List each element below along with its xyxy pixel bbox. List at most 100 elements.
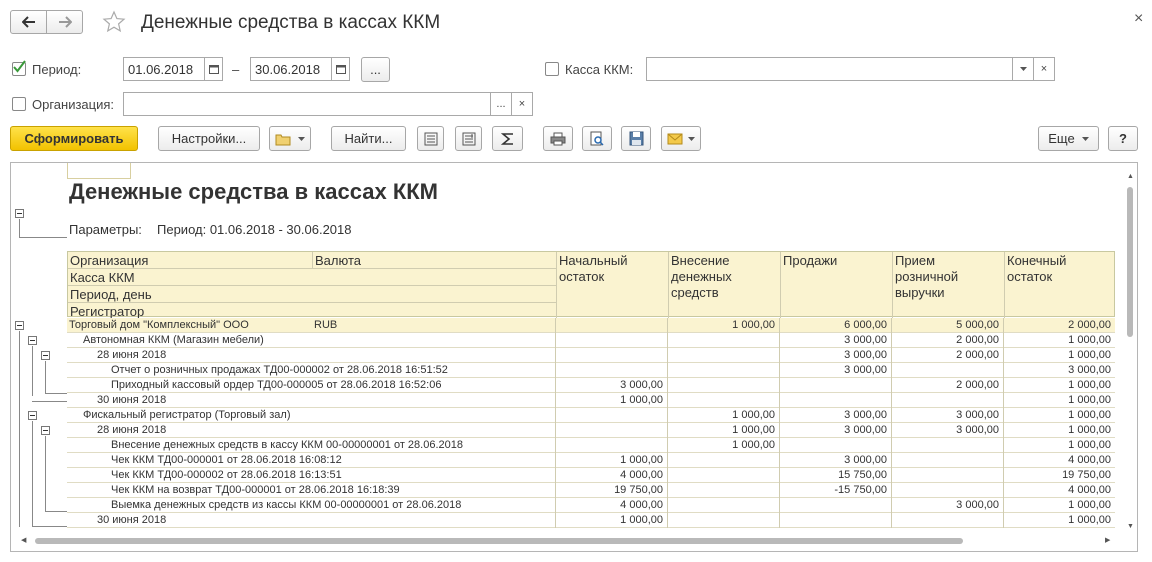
send-mail-button[interactable] xyxy=(661,126,701,151)
window-title: Денежные средства в кассах ККМ xyxy=(141,12,441,33)
print-button[interactable] xyxy=(543,126,573,151)
tree-line xyxy=(45,436,46,511)
expand-groups-button[interactable] xyxy=(455,126,482,151)
find-button[interactable]: Найти... xyxy=(331,126,406,151)
table-row[interactable]: 30 июня 2018 1 000,00 1 000,00 xyxy=(67,393,1115,408)
period-choose-button[interactable]: ... xyxy=(361,57,390,82)
forward-button[interactable] xyxy=(46,10,83,34)
collapse-row-icon[interactable] xyxy=(15,321,24,330)
grid-line xyxy=(667,318,668,333)
help-button[interactable]: ? xyxy=(1108,126,1138,151)
grid-line xyxy=(667,378,668,393)
table-row[interactable]: Чек ККМ ТД00-000001 от 28.06.2018 16:08:… xyxy=(67,453,1115,468)
grid-line xyxy=(68,285,556,286)
cell-end: 4 000,00 xyxy=(1068,454,1111,466)
printer-icon xyxy=(550,132,566,145)
kassa-clear-button[interactable]: × xyxy=(1033,57,1055,81)
grid-line xyxy=(891,453,892,468)
grid-line xyxy=(779,483,780,498)
scroll-right-arrow[interactable]: ▶ xyxy=(1105,536,1110,544)
horizontal-scroll-thumb[interactable] xyxy=(35,538,963,544)
period-to-input[interactable]: 30.06.2018 xyxy=(250,57,332,81)
grid-line xyxy=(68,268,556,269)
header-deposit: Внесение денежных средств xyxy=(671,253,732,300)
back-button[interactable] xyxy=(10,10,47,34)
org-checkbox[interactable] xyxy=(12,97,26,111)
table-row[interactable]: Отчет о розничных продажах ТД00-000002 о… xyxy=(67,363,1115,378)
favorite-star-icon[interactable] xyxy=(102,10,126,34)
cell-start: 19 750,00 xyxy=(614,484,663,496)
collapse-row-icon[interactable] xyxy=(28,411,37,420)
cell-receipt: 2 000,00 xyxy=(956,349,999,361)
grid-line xyxy=(667,498,668,513)
row-label: Чек ККМ ТД00-000001 от 28.06.2018 16:08:… xyxy=(111,454,342,466)
grid-line xyxy=(1003,378,1004,393)
save-button[interactable] xyxy=(621,126,651,151)
tree-line xyxy=(32,421,33,526)
period-from-input[interactable]: 01.06.2018 xyxy=(123,57,205,81)
period-checkbox[interactable] xyxy=(12,60,26,76)
scroll-up-arrow[interactable]: ▲ xyxy=(1127,173,1134,180)
table-row[interactable]: 28 июня 2018 1 000,00 3 000,00 3 000,00 1 00… xyxy=(67,423,1115,438)
close-icon[interactable]: × xyxy=(1134,10,1143,28)
org-clear-button[interactable]: × xyxy=(511,92,533,116)
grid-line xyxy=(779,348,780,363)
chevron-down-icon xyxy=(298,136,305,141)
grid-line xyxy=(667,483,668,498)
grid-line xyxy=(555,438,556,453)
grid-line xyxy=(667,348,668,363)
grid-line xyxy=(555,333,556,348)
table-row[interactable]: Чек ККМ ТД00-000002 от 28.06.2018 16:13:… xyxy=(67,468,1115,483)
table-row[interactable]: Приходный кассовый ордер ТД00-000005 от … xyxy=(67,378,1115,393)
more-button[interactable]: Еще xyxy=(1038,126,1099,151)
org-choose-button[interactable]: ... xyxy=(490,92,512,116)
grid-line xyxy=(555,468,556,483)
table-row[interactable]: Автономная ККМ (Магазин мебели) 3 000,00 2… xyxy=(67,333,1115,348)
collapse-row-icon[interactable] xyxy=(41,426,50,435)
report-params-label: Параметры: xyxy=(69,222,142,237)
table-row[interactable]: 30 июня 2018 1 000,00 1 000,00 xyxy=(67,513,1115,528)
table-row[interactable]: Фискальный регистратор (Торговый зал) 1 0… xyxy=(67,408,1115,423)
grid-line xyxy=(667,453,668,468)
settings-button[interactable]: Настройки... xyxy=(158,126,260,151)
table-row[interactable]: Чек ККМ на возврат ТД00-000001 от 28.06.… xyxy=(67,483,1115,498)
report-title: Денежные средства в кассах ККМ xyxy=(69,179,438,204)
kassa-dropdown-button[interactable] xyxy=(1012,57,1034,81)
vertical-scrollbar[interactable]: ▲ ▼ xyxy=(1125,173,1135,533)
kassa-input[interactable] xyxy=(646,57,1013,81)
grid-line xyxy=(667,423,668,438)
scroll-left-arrow[interactable]: ◀ xyxy=(21,536,26,544)
grid-line xyxy=(1003,363,1004,378)
collapse-report-header-icon[interactable] xyxy=(15,209,24,218)
kassa-checkbox[interactable] xyxy=(545,62,559,76)
collapse-groups-button[interactable] xyxy=(417,126,444,151)
grid-line xyxy=(555,318,556,333)
table-row[interactable]: Выемка денежных средств из кассы ККМ 00-… xyxy=(67,498,1115,513)
collapse-row-icon[interactable] xyxy=(28,336,37,345)
grid-line xyxy=(779,423,780,438)
tree-line xyxy=(32,346,33,396)
grid-line xyxy=(891,483,892,498)
cell-deposit: 1 000,00 xyxy=(732,439,775,451)
report-spreadsheet[interactable]: Денежные средства в кассах ККМ Параметры… xyxy=(10,162,1138,552)
variants-button[interactable] xyxy=(269,126,311,151)
chevron-down-icon xyxy=(688,136,695,141)
table-row[interactable]: Торговый дом "Комплексный" ООО RUB 1 000,0… xyxy=(67,318,1115,333)
scroll-down-arrow[interactable]: ▼ xyxy=(1127,523,1134,530)
grid-line xyxy=(556,252,557,318)
period-to-calendar-button[interactable] xyxy=(331,57,350,81)
collapse-row-icon[interactable] xyxy=(41,351,50,360)
horizontal-scrollbar[interactable]: ◀ ▶ xyxy=(21,536,1111,546)
table-row[interactable]: 28 июня 2018 3 000,00 2 000,00 1 000,00 xyxy=(67,348,1115,363)
period-from-calendar-button[interactable] xyxy=(204,57,223,81)
print-preview-button[interactable] xyxy=(582,126,612,151)
grid-line xyxy=(779,333,780,348)
vertical-scroll-thumb[interactable] xyxy=(1127,187,1133,337)
table-row[interactable]: Внесение денежных средств в кассу ККМ 00… xyxy=(67,438,1115,453)
cell-start: 1 000,00 xyxy=(620,394,663,406)
sum-button[interactable] xyxy=(492,126,523,151)
report-params-value: Период: 01.06.2018 - 30.06.2018 xyxy=(157,222,352,237)
org-input[interactable] xyxy=(123,92,491,116)
generate-button[interactable]: Сформировать xyxy=(10,126,138,151)
cell-sales: 3 000,00 xyxy=(844,409,887,421)
